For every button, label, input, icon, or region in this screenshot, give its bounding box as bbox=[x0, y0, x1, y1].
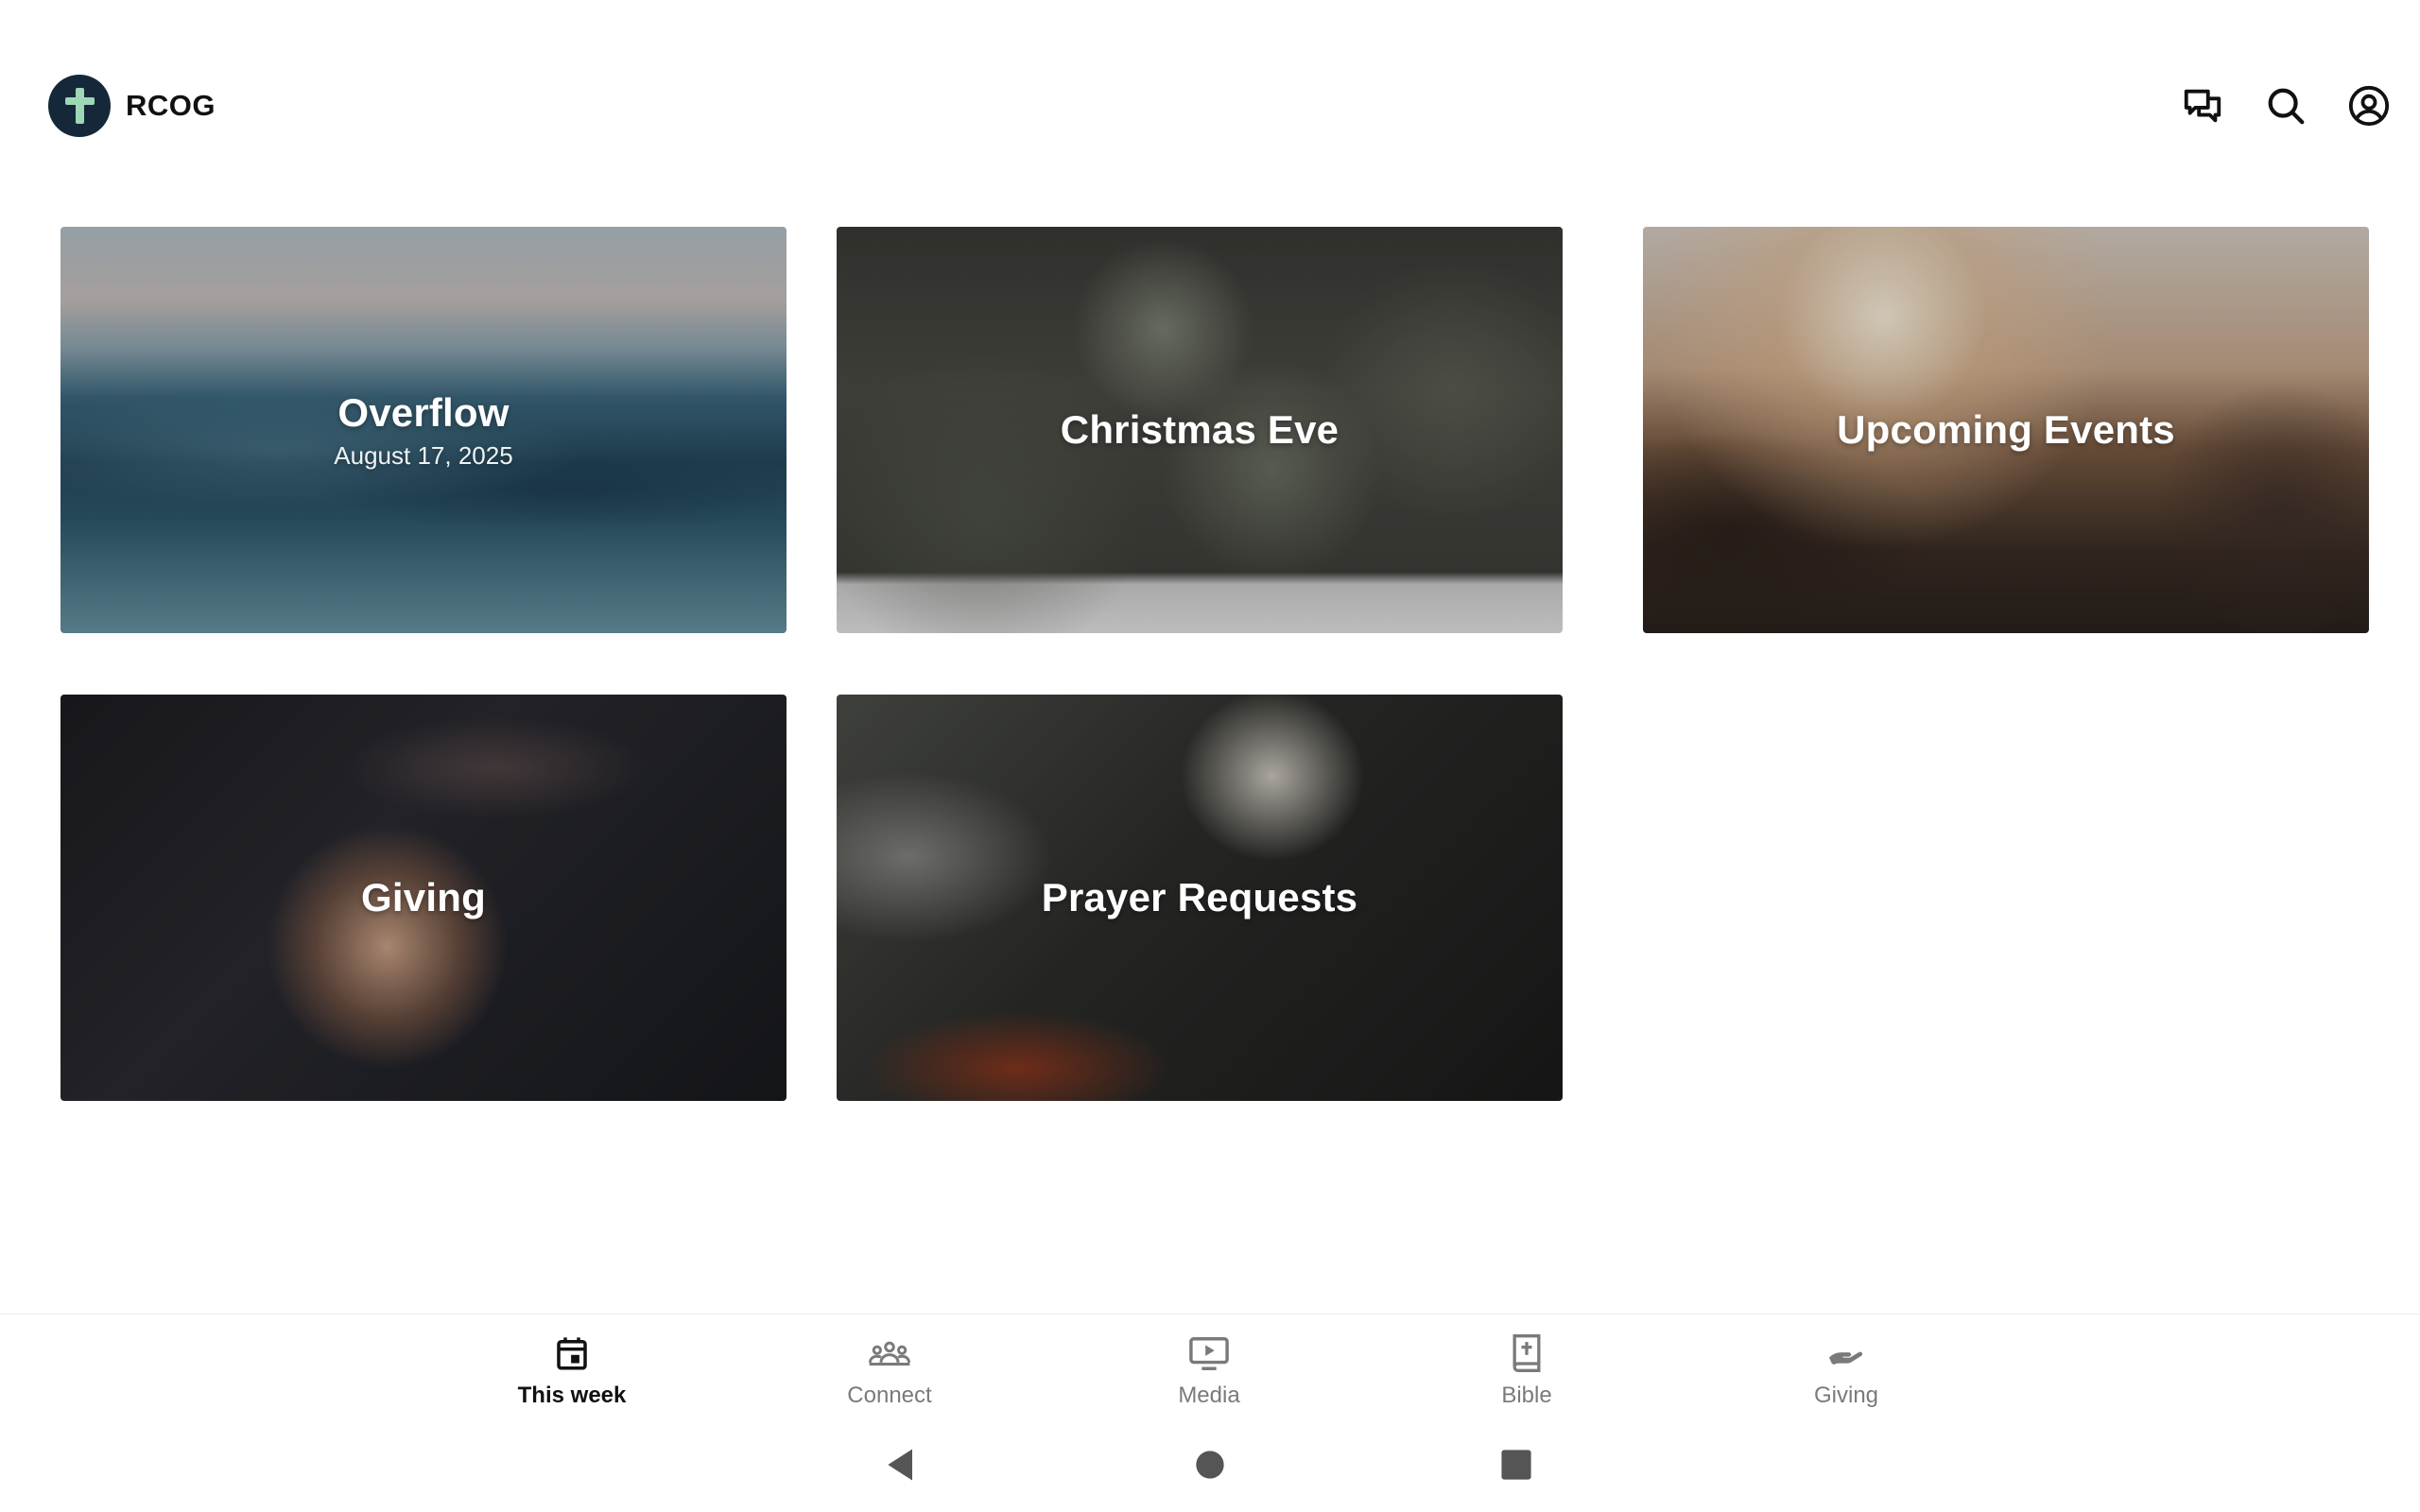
church-logo-icon bbox=[48, 75, 111, 137]
nav-bible[interactable]: Bible bbox=[1432, 1332, 1621, 1411]
nav-giving[interactable]: Giving bbox=[1752, 1332, 1941, 1411]
search-button[interactable] bbox=[2257, 77, 2314, 134]
home-icon bbox=[1196, 1451, 1224, 1479]
card-subtitle: August 17, 2025 bbox=[334, 440, 513, 470]
card-overflow[interactable]: Overflow August 17, 2025 bbox=[60, 227, 786, 633]
card-upcoming-events[interactable]: Upcoming Events bbox=[1643, 227, 2369, 633]
search-icon bbox=[2268, 88, 2305, 125]
card-title: Upcoming Events bbox=[1837, 407, 2175, 452]
card-giving[interactable]: Giving bbox=[60, 695, 786, 1101]
play-screen-icon bbox=[1187, 1332, 1231, 1375]
giving-hand-icon bbox=[1824, 1332, 1868, 1375]
nav-label: Media bbox=[1178, 1383, 1240, 1408]
card-title: Overflow bbox=[337, 389, 510, 435]
nav-label: This week bbox=[517, 1383, 627, 1408]
card-christmas-eve[interactable]: Christmas Eve bbox=[837, 227, 1563, 633]
app-screen: RCOG Overflow August 17, 2025 Christmas … bbox=[0, 0, 2420, 1512]
nav-connect[interactable]: Connect bbox=[795, 1332, 984, 1411]
bottom-navigation: This week Connect Media Bible Giving bbox=[0, 1314, 2420, 1418]
home-button[interactable] bbox=[1189, 1444, 1231, 1486]
calendar-icon bbox=[550, 1332, 594, 1375]
header-actions bbox=[2148, 77, 2397, 134]
chat-button[interactable] bbox=[2174, 77, 2231, 134]
nav-label: Bible bbox=[1501, 1383, 1552, 1408]
nav-media[interactable]: Media bbox=[1115, 1332, 1304, 1411]
bible-icon bbox=[1505, 1332, 1548, 1375]
back-icon bbox=[888, 1449, 912, 1481]
account-button[interactable] bbox=[2341, 77, 2397, 134]
recents-icon bbox=[1501, 1450, 1531, 1480]
people-icon bbox=[868, 1332, 911, 1375]
card-title: Christmas Eve bbox=[1060, 407, 1340, 452]
card-title: Giving bbox=[361, 875, 486, 919]
nav-label: Giving bbox=[1813, 1383, 1879, 1408]
card-prayer-requests[interactable]: Prayer Requests bbox=[837, 695, 1563, 1101]
nav-label: Connect bbox=[847, 1383, 932, 1408]
card-title: Prayer Requests bbox=[1041, 875, 1358, 919]
nav-this-week[interactable]: This week bbox=[477, 1332, 666, 1411]
system-navigation-bar bbox=[0, 1418, 2420, 1512]
back-button[interactable] bbox=[881, 1444, 923, 1486]
brand-name: RCOG bbox=[126, 89, 216, 122]
brand[interactable]: RCOG bbox=[48, 75, 216, 137]
chat-icon bbox=[2184, 89, 2221, 123]
recents-button[interactable] bbox=[1495, 1444, 1537, 1486]
account-icon bbox=[2348, 85, 2390, 127]
top-app-bar: RCOG bbox=[0, 0, 2420, 212]
